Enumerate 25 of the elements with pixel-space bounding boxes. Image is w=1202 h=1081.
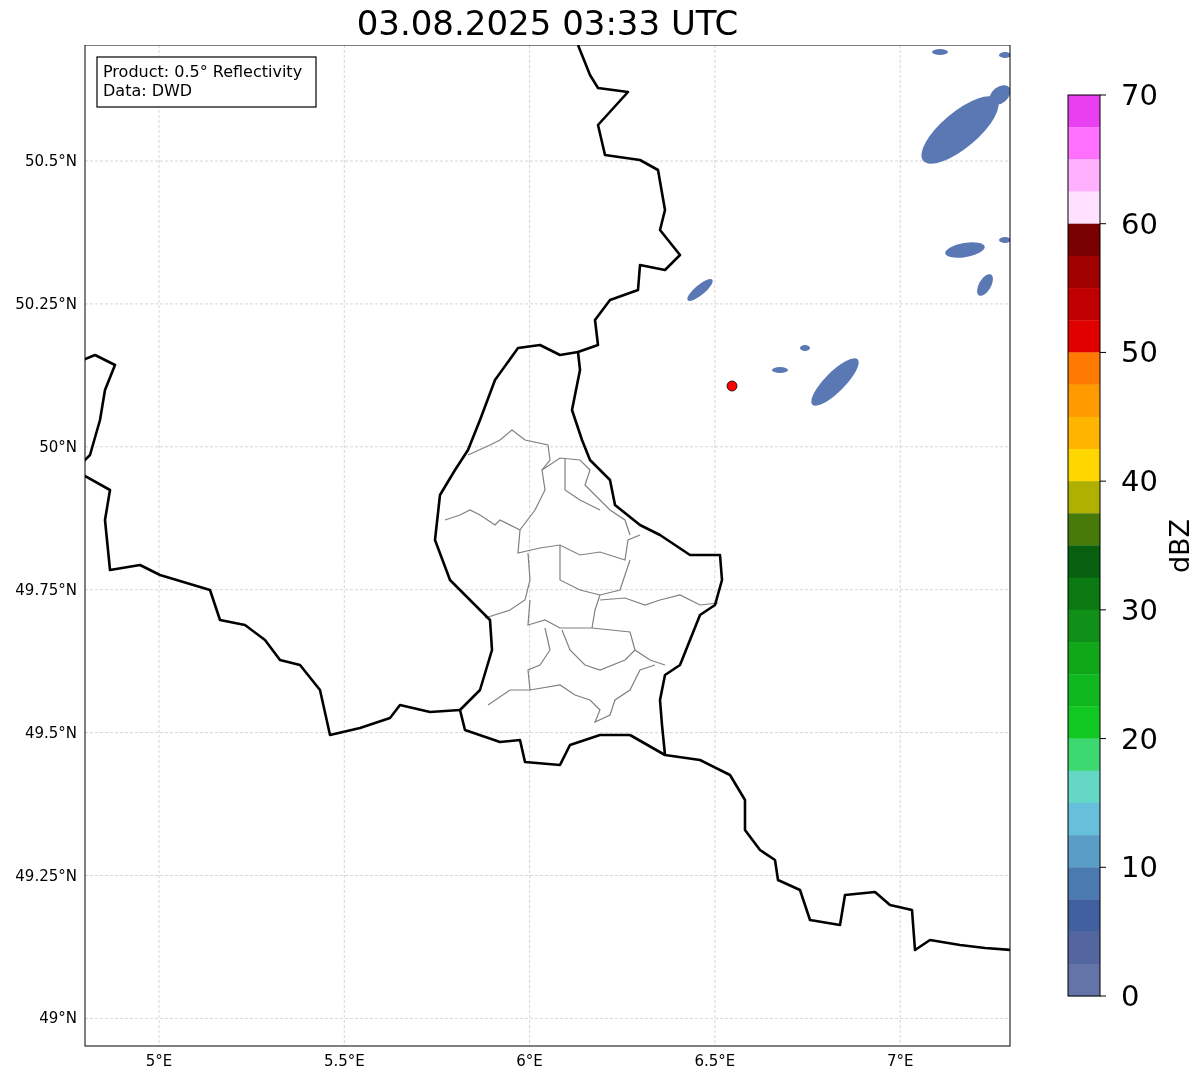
axis-tick-label: 49.25°N: [15, 866, 77, 885]
colorbar-tick-label: 30: [1121, 592, 1158, 627]
info-text: Product: 0.5° Reflectivity: [103, 62, 303, 81]
info-text: Data: DWD: [103, 81, 193, 100]
colorbar-tick-label: 20: [1121, 721, 1158, 756]
axis-tick-label: 50.25°N: [15, 294, 77, 313]
colorbar-tick-label: 40: [1121, 464, 1158, 499]
axis-tick-label: 6°E: [516, 1052, 543, 1070]
axis-tick-label: 5.5°E: [323, 1052, 365, 1070]
axis-tick-label: 49.75°N: [15, 580, 77, 599]
axis-tick-label: 50.5°N: [24, 152, 77, 170]
colorbar-label: dBZ: [1164, 518, 1195, 574]
axis-tick-label: 49.5°N: [24, 723, 77, 742]
colorbar-tick-label: 10: [1121, 850, 1158, 885]
axis-tick-label: 7°E: [886, 1052, 914, 1070]
chart-title: 03.08.2025 03:33 UTC: [356, 5, 739, 40]
axis-tick-label: 49°N: [39, 1009, 77, 1028]
colorbar-tick-label: 70: [1121, 78, 1158, 112]
colorbar-tick-label: 60: [1121, 206, 1158, 241]
colorbar-tick-label: 0: [1121, 979, 1140, 1013]
axis-tick-label: 50°N: [39, 437, 77, 456]
axis-tick-label: 6.5°E: [694, 1052, 736, 1070]
axis-tick-label: 5°E: [145, 1052, 173, 1070]
radar-site-marker: [726, 380, 738, 392]
colorbar-tick-label: 50: [1121, 335, 1158, 370]
